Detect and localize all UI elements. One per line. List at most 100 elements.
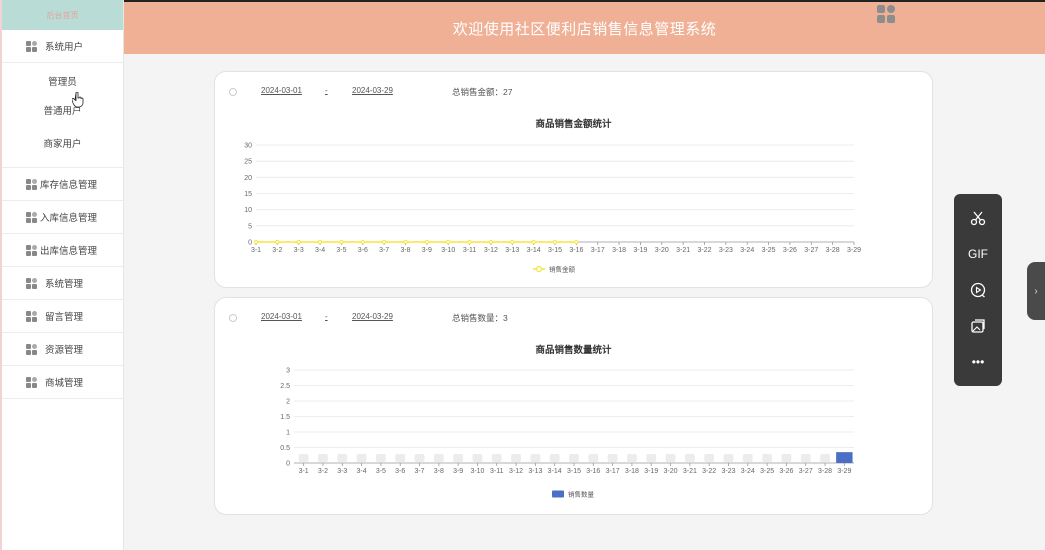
scissors-icon [970, 211, 986, 226]
bar-background [337, 454, 348, 462]
x-tick-label: 3-16 [586, 468, 600, 475]
x-tick-label: 3-8 [434, 468, 444, 475]
x-tick-label: 3-27 [804, 247, 818, 254]
page-title: 欢迎使用社区便利店销售信息管理系统 [452, 20, 717, 38]
legend-marker [552, 490, 564, 498]
bar-background [511, 454, 521, 462]
x-tick-label: 3-5 [376, 468, 386, 475]
sales-quantity-panel: 2024-03-01 - 2024-03-29 总销售数量：3 商品销售数量统计… [214, 297, 933, 515]
image-button[interactable] [954, 308, 1002, 344]
gif-label: GIF [968, 247, 988, 261]
bar-background [607, 454, 618, 462]
data-point[interactable] [510, 239, 515, 245]
legend-label[interactable]: 销售金额 [549, 265, 576, 274]
data-point[interactable] [382, 239, 387, 245]
grid-icon [26, 178, 37, 190]
data-point[interactable] [296, 239, 301, 245]
data-point[interactable] [552, 239, 558, 245]
chevron-right-icon: › [1034, 285, 1038, 297]
sidebar-item-label: 库存信息管理 [40, 180, 98, 191]
sidebar-item-system-manage[interactable]: 系统管理 [2, 267, 123, 300]
sidebar-item-messages[interactable]: 留言管理 [2, 300, 123, 333]
legend-marker [535, 265, 543, 273]
x-tick-label: 3-15 [567, 468, 581, 475]
bar-background [318, 454, 328, 462]
sidebar: 后台首页 系统用户 管理员 普通用户 商家用户 库存信息管理 入库信息管理 出库… [0, 0, 124, 550]
data-point[interactable] [424, 239, 429, 245]
x-tick-label: 3-11 [490, 468, 504, 475]
logo-icon[interactable] [877, 5, 897, 25]
top-header: 欢迎使用社区便利店销售信息管理系统 [124, 0, 1045, 54]
y-tick-label: 2.5 [280, 383, 290, 390]
y-tick-label: 20 [244, 175, 252, 182]
x-tick-label: 3-13 [505, 247, 519, 254]
bar-background [549, 454, 560, 462]
sidebar-item-inventory[interactable]: 库存信息管理 [2, 168, 123, 201]
bar-background [684, 454, 695, 462]
hand-cursor-icon [72, 92, 84, 108]
x-tick-label: 3-6 [395, 468, 405, 475]
sidebar-brand[interactable]: 后台首页 [2, 0, 123, 30]
x-tick-label: 3-3 [294, 247, 304, 254]
data-point[interactable] [253, 239, 259, 245]
y-tick-label: 1 [286, 430, 290, 437]
data-bar[interactable] [836, 452, 853, 463]
data-point[interactable] [446, 239, 451, 245]
x-tick-label: 3-3 [337, 468, 347, 475]
data-point[interactable] [339, 239, 344, 245]
x-tick-label: 3-7 [379, 247, 389, 254]
y-tick-label: 25 [244, 159, 252, 166]
legend-label[interactable]: 销售数量 [568, 490, 595, 499]
more-button[interactable]: ••• [954, 344, 1002, 380]
y-tick-label: 0.5 [280, 445, 290, 452]
bar-background [356, 454, 367, 462]
x-tick-label: 3-23 [721, 468, 735, 475]
sidebar-item-label: 商城管理 [45, 378, 84, 389]
sidebar-subitem-admin[interactable]: 管理员 [2, 69, 123, 93]
x-tick-label: 3-17 [606, 468, 620, 475]
data-point[interactable] [467, 239, 472, 245]
x-tick-label: 3-2 [272, 247, 282, 254]
bar-background [820, 454, 830, 462]
grid-icon [26, 244, 37, 256]
x-tick-label: 3-11 [463, 247, 477, 254]
x-tick-label: 3-12 [484, 247, 498, 254]
sidebar-item-resources[interactable]: 资源管理 [2, 333, 123, 366]
x-tick-label: 3-25 [760, 468, 774, 475]
bar-background [453, 454, 464, 462]
x-tick-label: 3-28 [818, 468, 832, 475]
bar-background [491, 454, 502, 462]
record-button[interactable] [954, 272, 1002, 308]
sidebar-item-mall[interactable]: 商城管理 [2, 366, 123, 399]
sidebar-subitem-normal-user[interactable]: 普通用户 [2, 93, 123, 126]
x-tick-label: 3-7 [414, 468, 424, 475]
x-tick-label: 3-4 [357, 468, 367, 475]
data-point[interactable] [317, 239, 323, 245]
bar-background [627, 454, 637, 462]
grid-icon [26, 277, 37, 289]
x-tick-label: 3-8 [400, 247, 410, 254]
data-point[interactable] [574, 239, 579, 245]
x-tick-label: 3-26 [783, 247, 797, 254]
data-point[interactable] [531, 239, 536, 245]
data-point[interactable] [488, 239, 494, 245]
data-point[interactable] [403, 239, 408, 245]
gif-button[interactable]: GIF [954, 236, 1002, 272]
side-expand-tab[interactable]: › [1027, 262, 1045, 320]
data-point[interactable] [360, 239, 365, 245]
x-tick-label: 3-21 [676, 247, 690, 254]
record-icon [970, 282, 986, 298]
sidebar-item-system-users[interactable]: 系统用户 [2, 30, 123, 63]
sidebar-submenu: 管理员 普通用户 商家用户 [2, 63, 123, 168]
sidebar-subitem-merchant-user[interactable]: 商家用户 [2, 126, 123, 159]
more-icon: ••• [971, 355, 985, 369]
data-point[interactable] [275, 239, 280, 245]
x-tick-label: 3-1 [299, 468, 309, 475]
x-tick-label: 3-18 [612, 247, 626, 254]
scissors-button[interactable] [954, 200, 1002, 236]
bar-background [472, 454, 483, 462]
sidebar-item-stock-in[interactable]: 入库信息管理 [2, 201, 123, 234]
sidebar-item-stock-out[interactable]: 出库信息管理 [2, 234, 123, 267]
grid-icon [26, 343, 37, 355]
sidebar-item-label: 出库信息管理 [40, 246, 98, 257]
